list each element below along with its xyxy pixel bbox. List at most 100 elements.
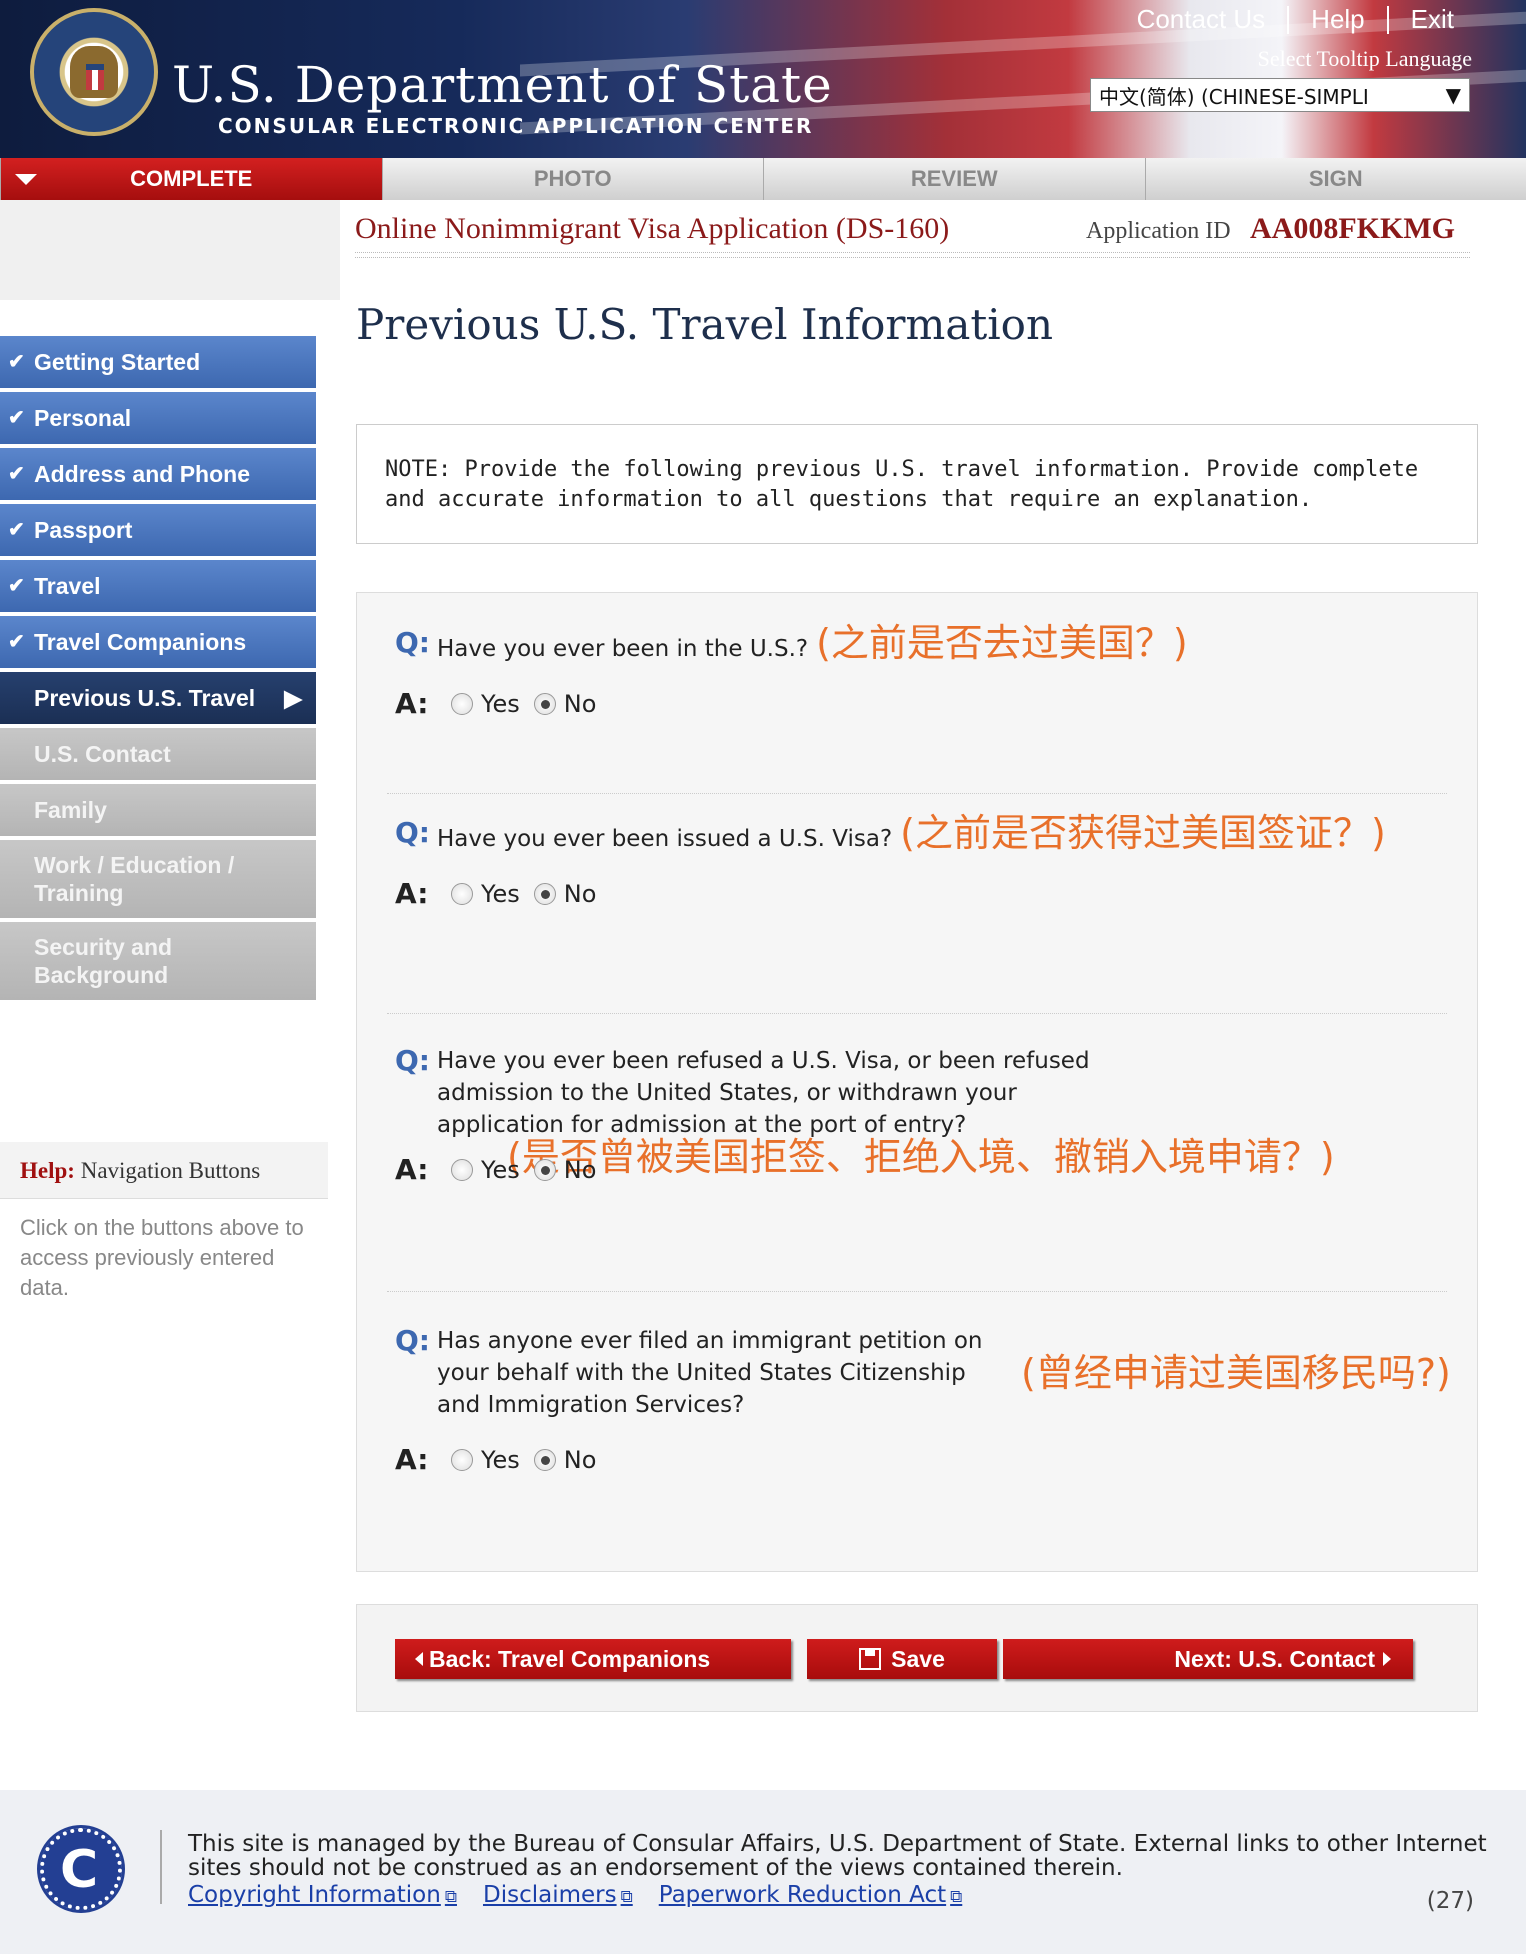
answer-label: A: — [395, 687, 429, 720]
step-photo[interactable]: PHOTO — [381, 158, 763, 200]
question-text: Have you ever been issued a U.S. Visa? (之… — [437, 811, 1386, 855]
top-links: Contact Us Help Exit — [1115, 4, 1476, 35]
help-link[interactable]: Help — [1289, 4, 1386, 35]
copyright-link[interactable]: Copyright Information ⧉ — [188, 1882, 457, 1908]
application-id-label: Application ID — [1086, 218, 1231, 244]
help-title: Help: Navigation Buttons — [0, 1142, 328, 1199]
annotation: (之前是否去过美国？) — [816, 621, 1188, 665]
caret-down-icon — [15, 174, 37, 185]
page-number: (27) — [1426, 1888, 1474, 1914]
answer: A: Yes No — [395, 1443, 1455, 1476]
answer: A: Yes No — [395, 877, 1455, 910]
question-text: Have you ever been in the U.S.? (之前是否去过美国… — [437, 621, 1188, 665]
sidebar-item-passport[interactable]: ✔ Passport — [0, 504, 316, 556]
checkmark-icon: ✔ — [8, 407, 25, 429]
yes-label: Yes — [481, 879, 520, 908]
no-label: No — [563, 1445, 597, 1474]
sidebar-item-travel[interactable]: ✔ Travel — [0, 560, 316, 612]
yes-radio[interactable] — [451, 1158, 473, 1181]
footer-text: This site is managed by the Bureau of Co… — [188, 1831, 1487, 1881]
dropdown-arrow-icon: ▼ — [1445, 83, 1461, 107]
yes-radio[interactable] — [451, 1448, 473, 1471]
sidebar-item-security-and-background: Security and Background — [0, 922, 316, 1000]
answer: A: Yes No — [395, 687, 1455, 720]
yes-radio[interactable] — [451, 692, 473, 715]
external-link-icon: ⧉ — [950, 1887, 963, 1907]
no-radio[interactable] — [533, 882, 556, 905]
sidebar-item-travel-companions[interactable]: ✔ Travel Companions — [0, 616, 316, 668]
language-value: 中文(简体) (CHINESE-SIMPLI — [1099, 84, 1369, 109]
yes-label: Yes — [481, 1155, 520, 1184]
sidebar-nav: ✔ Getting Started ✔ Personal ✔ Address and … — [0, 336, 316, 1004]
question-block: Q: Has anyone ever filed an immigrant pe… — [395, 1325, 1455, 1477]
external-link-icon: ⧉ — [620, 1887, 633, 1907]
floppy-disk-icon — [859, 1648, 882, 1670]
sidebar-item-getting-started[interactable]: ✔ Getting Started — [0, 336, 316, 388]
no-label: No — [563, 1155, 597, 1184]
department-subtitle: CONSULAR ELECTRONIC APPLICATION CENTER — [218, 114, 814, 138]
sidebar-top-panel — [0, 200, 340, 300]
question-label: Q: — [395, 1324, 430, 1357]
step-complete[interactable]: COMPLETE — [0, 158, 382, 200]
exit-link[interactable]: Exit — [1389, 4, 1476, 35]
arrow-right-icon — [1383, 1652, 1391, 1666]
disclaimers-link[interactable]: Disclaimers ⧉ — [483, 1882, 633, 1908]
no-label: No — [563, 689, 597, 718]
sidebar-item-family: Family — [0, 784, 316, 836]
state-department-seal-icon — [30, 8, 158, 136]
question-block: Q: Have you ever been refused a U.S. Vis… — [395, 1045, 1455, 1187]
back-button[interactable]: Back: Travel Companions — [395, 1639, 791, 1679]
sidebar-item-previous-us-travel[interactable]: Previous U.S. Travel ▶ — [0, 672, 316, 724]
help-text: Click on the buttons above to access pre… — [20, 1215, 304, 1300]
help-box: Help: Navigation Buttons Click on the bu… — [0, 1142, 328, 1317]
question: Q: Have you ever been issued a U.S. Visa… — [395, 811, 1455, 855]
step-sign[interactable]: SIGN — [1144, 158, 1526, 200]
yes-radio[interactable] — [451, 882, 473, 905]
no-radio[interactable] — [533, 692, 556, 715]
checkmark-icon: ✔ — [8, 519, 25, 541]
no-radio[interactable] — [533, 1158, 556, 1181]
answer-label: A: — [395, 1443, 429, 1476]
sidebar-item-personal[interactable]: ✔ Personal — [0, 392, 316, 444]
external-link-icon: ⧉ — [444, 1887, 457, 1907]
no-radio[interactable] — [533, 1448, 556, 1471]
divider — [387, 793, 1447, 794]
sidebar-item-address-and-phone[interactable]: ✔ Address and Phone — [0, 448, 316, 500]
next-button[interactable]: Next: U.S. Contact — [1003, 1639, 1413, 1679]
application-id: AA008FKKMG — [1250, 212, 1455, 245]
step-review[interactable]: REVIEW — [763, 158, 1145, 200]
contact-us-link[interactable]: Contact Us — [1115, 4, 1288, 35]
department-title: U.S. Department of State — [172, 56, 833, 114]
note-box: NOTE: Provide the following previous U.S… — [356, 424, 1478, 544]
page-title: Previous U.S. Travel Information — [356, 300, 1054, 349]
footer-divider — [160, 1830, 162, 1904]
question-text: Has anyone ever filed an immigrant petit… — [437, 1328, 1451, 1418]
form-navigation-bar: Back: Travel Companions Save Next: U.S. … — [356, 1604, 1478, 1712]
divider — [355, 252, 1470, 258]
checkmark-icon: ✔ — [8, 575, 25, 597]
question-label: Q: — [395, 626, 430, 659]
question-block: Q: Have you ever been issued a U.S. Visa… — [395, 811, 1455, 910]
checkmark-icon: ✔ — [8, 463, 25, 485]
site-header: U.S. Department of State CONSULAR ELECTR… — [0, 0, 1526, 158]
sidebar-item-work-education-training: Work / Education / Training — [0, 840, 316, 918]
question: Q: Has anyone ever filed an immigrant pe… — [395, 1325, 1455, 1421]
answer-label: A: — [395, 877, 429, 910]
question-panel: Q: Have you ever been in the U.S.? (之前是否去… — [356, 592, 1478, 1572]
tooltip-language-select[interactable]: 中文(简体) (CHINESE-SIMPLI ▼ — [1090, 78, 1470, 112]
application-title: Online Nonimmigrant Visa Application (DS… — [355, 212, 950, 245]
arrow-left-icon — [415, 1652, 423, 1666]
question: Q: Have you ever been refused a U.S. Vis… — [395, 1045, 1455, 1179]
paperwork-reduction-link[interactable]: Paperwork Reduction Act ⧉ — [659, 1882, 963, 1908]
progress-steps: COMPLETE PHOTO REVIEW SIGN — [0, 158, 1526, 200]
annotation: (曾经申请过美国移民吗?) — [1021, 1351, 1451, 1395]
save-button[interactable]: Save — [807, 1639, 997, 1679]
question-label: Q: — [395, 816, 430, 849]
tooltip-language-label: Select Tooltip Language — [1257, 46, 1472, 71]
yes-label: Yes — [481, 689, 520, 718]
divider — [387, 1291, 1447, 1292]
site-footer: C This site is managed by the Bureau of … — [0, 1790, 1526, 1954]
yes-label: Yes — [481, 1445, 520, 1474]
footer-links: Copyright Information ⧉ Disclaimers ⧉ Pape… — [188, 1882, 962, 1908]
consular-affairs-logo-icon: C — [37, 1825, 125, 1913]
